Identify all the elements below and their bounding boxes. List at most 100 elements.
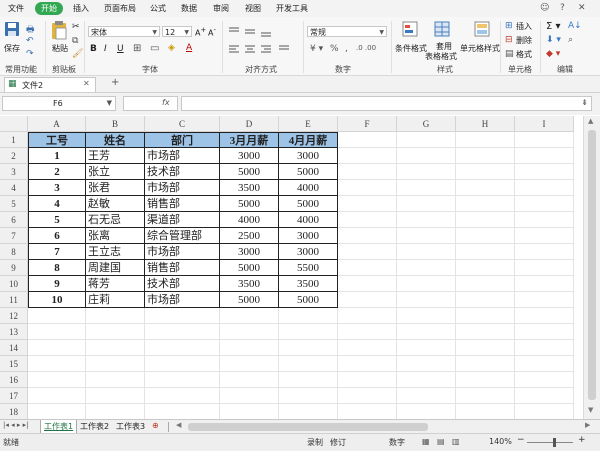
comma-icon[interactable]: , [345,44,348,54]
menu-view[interactable]: 视图 [245,3,261,14]
row-header[interactable]: 12 [0,308,28,324]
fill-color-icon[interactable]: ◈ [168,43,175,53]
grid-cell[interactable] [145,388,220,404]
sum-icon[interactable]: Σ ▾ [546,21,561,32]
font-shrink-icon[interactable]: A- [208,26,216,38]
table-cell[interactable]: 张立 [86,164,145,180]
column-header[interactable]: E [279,116,338,132]
grid-cell[interactable] [145,308,220,324]
grid-cell[interactable] [145,340,220,356]
scroll-up-icon[interactable]: ▲ [588,117,593,125]
border-icon[interactable]: ⊞ [133,43,141,54]
undo-icon[interactable]: ↶ [26,36,34,46]
grid-cell[interactable] [28,388,86,404]
fill-icon[interactable]: ⬇ ▾ [546,35,561,45]
scroll-down-icon[interactable]: ▼ [588,406,593,414]
grid-cell[interactable] [397,340,456,356]
grid-cell[interactable] [456,388,515,404]
table-cell[interactable]: 6 [28,228,86,244]
grid-cell[interactable] [515,356,574,372]
column-header[interactable]: A [28,116,86,132]
table-cell[interactable]: 综合管理部 [145,228,220,244]
grid-cell[interactable] [145,372,220,388]
grid-cell[interactable] [86,340,145,356]
menu-review[interactable]: 审阅 [213,3,229,14]
grid-cell[interactable] [515,244,574,260]
grid-cell[interactable] [515,276,574,292]
delete-cell-icon[interactable]: ⊟ [505,35,513,45]
grid-cell[interactable] [28,340,86,356]
horizontal-scrollbar-thumb[interactable] [188,423,428,431]
menu-page-layout[interactable]: 页面布局 [104,3,136,14]
table-cell[interactable]: 5000 [279,196,338,212]
column-header[interactable]: C [145,116,220,132]
row-header[interactable]: 13 [0,324,28,340]
grid-cell[interactable] [515,324,574,340]
conditional-format-icon[interactable] [402,21,418,37]
grid-cell[interactable] [456,356,515,372]
grid-cell[interactable] [338,180,397,196]
grid-cell[interactable] [456,276,515,292]
table-cell[interactable]: 3500 [220,276,279,292]
underline-button[interactable]: U [117,44,124,54]
table-cell[interactable]: 4000 [279,180,338,196]
grid-cell[interactable] [338,244,397,260]
table-cell[interactable]: 5000 [220,196,279,212]
table-cell[interactable]: 2 [28,164,86,180]
grid-cell[interactable] [220,372,279,388]
status-record[interactable]: 录制 [307,437,323,448]
table-format-icon[interactable] [434,21,450,37]
tab-splitter[interactable] [168,422,169,432]
name-box[interactable]: F6 ▼ [2,96,116,111]
grid-cell[interactable] [456,228,515,244]
zoom-slider[interactable] [527,442,573,443]
table-cell[interactable]: 3000 [220,148,279,164]
grid-cell[interactable] [279,356,338,372]
insert-cell-button[interactable]: 插入 [516,21,532,32]
grid-cell[interactable] [397,212,456,228]
table-cell[interactable]: 5000 [279,164,338,180]
grid-cell[interactable] [28,356,86,372]
vertical-scrollbar[interactable]: ▲ ▼ [583,116,600,419]
table-cell[interactable]: 1 [28,148,86,164]
table-cell[interactable]: 5000 [220,164,279,180]
grid-cell[interactable] [145,324,220,340]
grid-cell[interactable] [515,132,574,148]
grid-cell[interactable] [397,260,456,276]
grid-cell[interactable] [279,340,338,356]
table-cell[interactable]: 4 [28,196,86,212]
row-header[interactable]: 15 [0,356,28,372]
grid-cell[interactable] [397,180,456,196]
alignment-icons[interactable] [227,26,299,58]
grid-cell[interactable] [456,404,515,419]
grid-cell[interactable] [220,324,279,340]
table-cell[interactable]: 5000 [220,260,279,276]
select-all-corner[interactable] [0,116,28,132]
grid-cell[interactable] [145,356,220,372]
column-header[interactable]: F [338,116,397,132]
row-header[interactable]: 6 [0,212,28,228]
merge-icon[interactable]: ▭ [150,43,159,54]
table-cell[interactable]: 张离 [86,228,145,244]
grid-cell[interactable] [338,228,397,244]
row-header[interactable]: 10 [0,276,28,292]
grid-cell[interactable] [338,324,397,340]
grid-cell[interactable] [338,388,397,404]
table-cell[interactable]: 5 [28,212,86,228]
table-cell[interactable]: 石无忌 [86,212,145,228]
row-header[interactable]: 17 [0,388,28,404]
row-header[interactable]: 4 [0,180,28,196]
grid-cell[interactable] [515,196,574,212]
row-header[interactable]: 7 [0,228,28,244]
table-format-line2[interactable]: 表格格式 [425,51,457,62]
row-header[interactable]: 16 [0,372,28,388]
font-name-select[interactable]: 宋体 ▼ [88,26,160,37]
table-cell[interactable]: 10 [28,292,86,308]
menu-file[interactable]: 文件 [8,3,24,14]
table-header-cell[interactable]: 部门 [145,132,220,148]
grid-cell[interactable] [28,324,86,340]
grid-cell[interactable] [456,340,515,356]
expand-formula-icon[interactable]: ⇟ [581,98,588,107]
grid-cell[interactable] [456,372,515,388]
grid-cell[interactable] [338,276,397,292]
